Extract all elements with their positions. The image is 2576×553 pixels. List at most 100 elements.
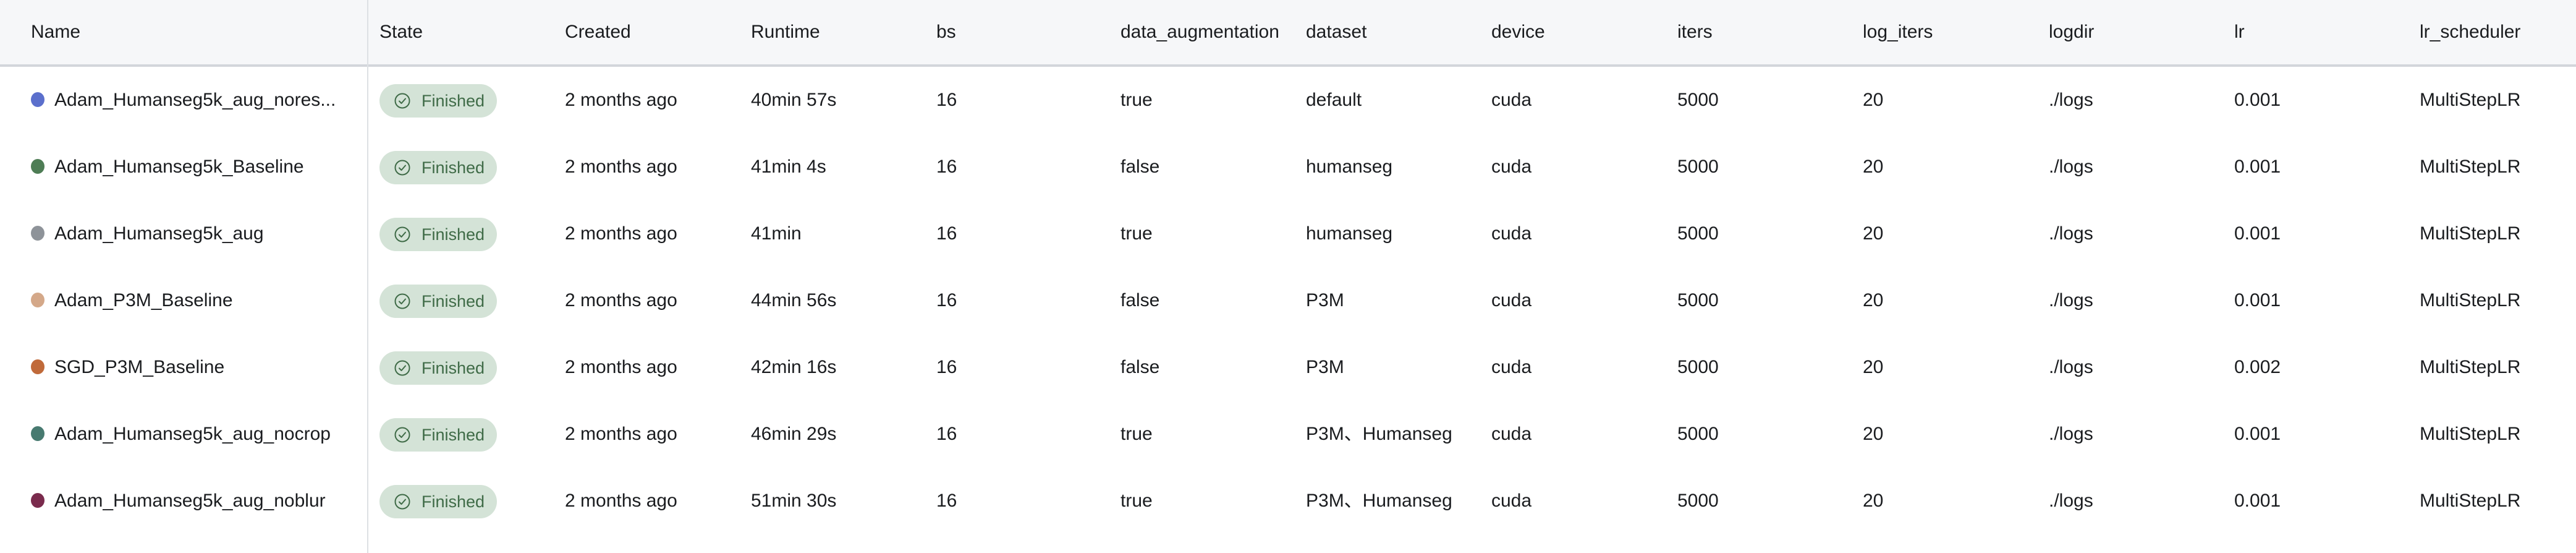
column-header-data-augmentation[interactable]: data_augmentation <box>1121 0 1279 64</box>
cell-log-iters: 20 <box>1863 357 1884 377</box>
column-header-runtime[interactable]: Runtime <box>751 0 820 64</box>
cell-data-augmentation: true <box>1121 491 1153 511</box>
status-badge: Finished <box>379 285 497 318</box>
cell-runtime: 44min 56s <box>751 290 837 311</box>
run-color-dot-icon[interactable] <box>31 293 44 307</box>
cell-created: 2 months ago <box>565 357 677 377</box>
status-badge-label: Finished <box>422 426 485 444</box>
cell-created: 2 months ago <box>565 156 677 177</box>
table-row[interactable]: SGD_P3M_Baseline Finished 2 months ago 42mi… <box>0 334 2576 401</box>
run-color-dot-icon[interactable] <box>31 92 44 107</box>
cell-created: 2 months ago <box>565 491 677 511</box>
cell-lr: 0.001 <box>2234 156 2281 177</box>
cell-data-augmentation: true <box>1121 90 1153 110</box>
cell-bs: 16 <box>936 156 957 177</box>
cell-created: 2 months ago <box>565 424 677 444</box>
column-header-dataset[interactable]: dataset <box>1306 0 1366 64</box>
cell-lr-scheduler: MultiStepLR <box>2420 290 2521 311</box>
check-circle-icon <box>394 226 410 242</box>
cell-lr: 0.001 <box>2234 491 2281 511</box>
status-badge: Finished <box>379 218 497 251</box>
cell-bs: 16 <box>936 223 957 244</box>
column-header-lr-scheduler[interactable]: lr_scheduler <box>2420 0 2520 64</box>
cell-logdir: ./logs <box>2049 357 2093 377</box>
status-badge: Finished <box>379 485 497 518</box>
status-badge-label: Finished <box>422 492 485 511</box>
run-color-dot-icon[interactable] <box>31 493 44 508</box>
run-color-dot-icon[interactable] <box>31 426 44 441</box>
column-header-name[interactable]: Name <box>31 0 80 64</box>
runs-table: Name State Created Runtime bs data_augmentati… <box>0 0 2576 553</box>
cell-lr-scheduler: MultiStepLR <box>2420 156 2521 177</box>
cell-iters: 5000 <box>1677 491 1719 511</box>
cell-lr-scheduler: MultiStepLR <box>2420 424 2521 444</box>
column-header-device[interactable]: device <box>1491 0 1545 64</box>
run-name-link[interactable]: Adam_Humanseg5k_Baseline <box>54 134 304 200</box>
column-header-created[interactable]: Created <box>565 0 631 64</box>
status-badge: Finished <box>379 351 497 385</box>
cell-created: 2 months ago <box>565 223 677 244</box>
cell-data-augmentation: false <box>1121 156 1160 177</box>
cell-lr: 0.002 <box>2234 357 2281 377</box>
cell-lr: 0.001 <box>2234 90 2281 110</box>
cell-runtime: 42min 16s <box>751 357 837 377</box>
run-name-link[interactable]: Adam_P3M_Baseline <box>54 267 233 334</box>
cell-device: cuda <box>1491 156 1532 177</box>
run-name-link[interactable]: Adam_Humanseg5k_aug <box>54 200 264 267</box>
table-row[interactable]: Adam_Humanseg5k_aug_noblur Finished 2 mont… <box>0 468 2576 534</box>
run-color-dot-icon[interactable] <box>31 159 44 174</box>
cell-iters: 5000 <box>1677 156 1719 177</box>
cell-logdir: ./logs <box>2049 290 2093 311</box>
cell-lr-scheduler: MultiStepLR <box>2420 491 2521 511</box>
run-name-link[interactable]: Adam_Humanseg5k_aug_nores... <box>54 67 336 134</box>
run-name-link[interactable]: SGD_P3M_Baseline <box>54 334 224 401</box>
cell-iters: 5000 <box>1677 357 1719 377</box>
cell-device: cuda <box>1491 290 1532 311</box>
cell-bs: 16 <box>936 424 957 444</box>
column-header-state[interactable]: State <box>379 0 423 64</box>
cell-bs: 16 <box>936 290 957 311</box>
name-column-divider[interactable] <box>367 0 368 553</box>
cell-logdir: ./logs <box>2049 223 2093 244</box>
column-header-log-iters[interactable]: log_iters <box>1863 0 1933 64</box>
cell-dataset: P3M <box>1306 290 1344 311</box>
run-color-dot-icon[interactable] <box>31 359 44 374</box>
run-color-dot-icon[interactable] <box>31 226 44 241</box>
cell-lr-scheduler: MultiStepLR <box>2420 223 2521 244</box>
check-circle-icon <box>394 360 410 376</box>
cell-device: cuda <box>1491 90 1532 110</box>
run-name-link[interactable]: Adam_Humanseg5k_aug_nocrop <box>54 401 331 468</box>
table-row[interactable]: Adam_Humanseg5k_aug_nores... Finished 2 mo… <box>0 67 2576 134</box>
column-header-bs[interactable]: bs <box>936 0 956 64</box>
cell-data-augmentation: true <box>1121 424 1153 444</box>
cell-device: cuda <box>1491 223 1532 244</box>
cell-iters: 5000 <box>1677 90 1719 110</box>
status-badge-label: Finished <box>422 292 485 311</box>
cell-lr-scheduler: MultiStepLR <box>2420 357 2521 377</box>
check-circle-icon <box>394 494 410 510</box>
table-row[interactable]: Adam_P3M_Baseline Finished 2 months ago 44m… <box>0 267 2576 334</box>
cell-lr-scheduler: MultiStepLR <box>2420 90 2521 110</box>
column-header-logdir[interactable]: logdir <box>2049 0 2094 64</box>
check-circle-icon <box>394 427 410 443</box>
status-badge-label: Finished <box>422 225 485 244</box>
check-circle-icon <box>394 293 410 309</box>
column-header-lr[interactable]: lr <box>2234 0 2245 64</box>
run-name-link[interactable]: Adam_Humanseg5k_aug_noblur <box>54 468 326 534</box>
column-header-iters[interactable]: iters <box>1677 0 1713 64</box>
cell-logdir: ./logs <box>2049 491 2093 511</box>
cell-dataset: humanseg <box>1306 156 1393 177</box>
check-circle-icon <box>394 160 410 176</box>
cell-iters: 5000 <box>1677 424 1719 444</box>
cell-bs: 16 <box>936 357 957 377</box>
table-row[interactable]: Adam_Humanseg5k_Baseline Finished 2 months… <box>0 134 2576 200</box>
table-row[interactable]: Adam_Humanseg5k_aug_nocrop Finished 2 mont… <box>0 401 2576 468</box>
cell-logdir: ./logs <box>2049 90 2093 110</box>
status-badge-label: Finished <box>422 158 485 177</box>
cell-runtime: 41min <box>751 223 802 244</box>
table-row[interactable]: Adam_Humanseg5k_aug Finished 2 months ago 4… <box>0 200 2576 267</box>
cell-dataset: P3M、Humanseg <box>1306 491 1452 511</box>
cell-iters: 5000 <box>1677 290 1719 311</box>
cell-log-iters: 20 <box>1863 424 1884 444</box>
cell-log-iters: 20 <box>1863 491 1884 511</box>
